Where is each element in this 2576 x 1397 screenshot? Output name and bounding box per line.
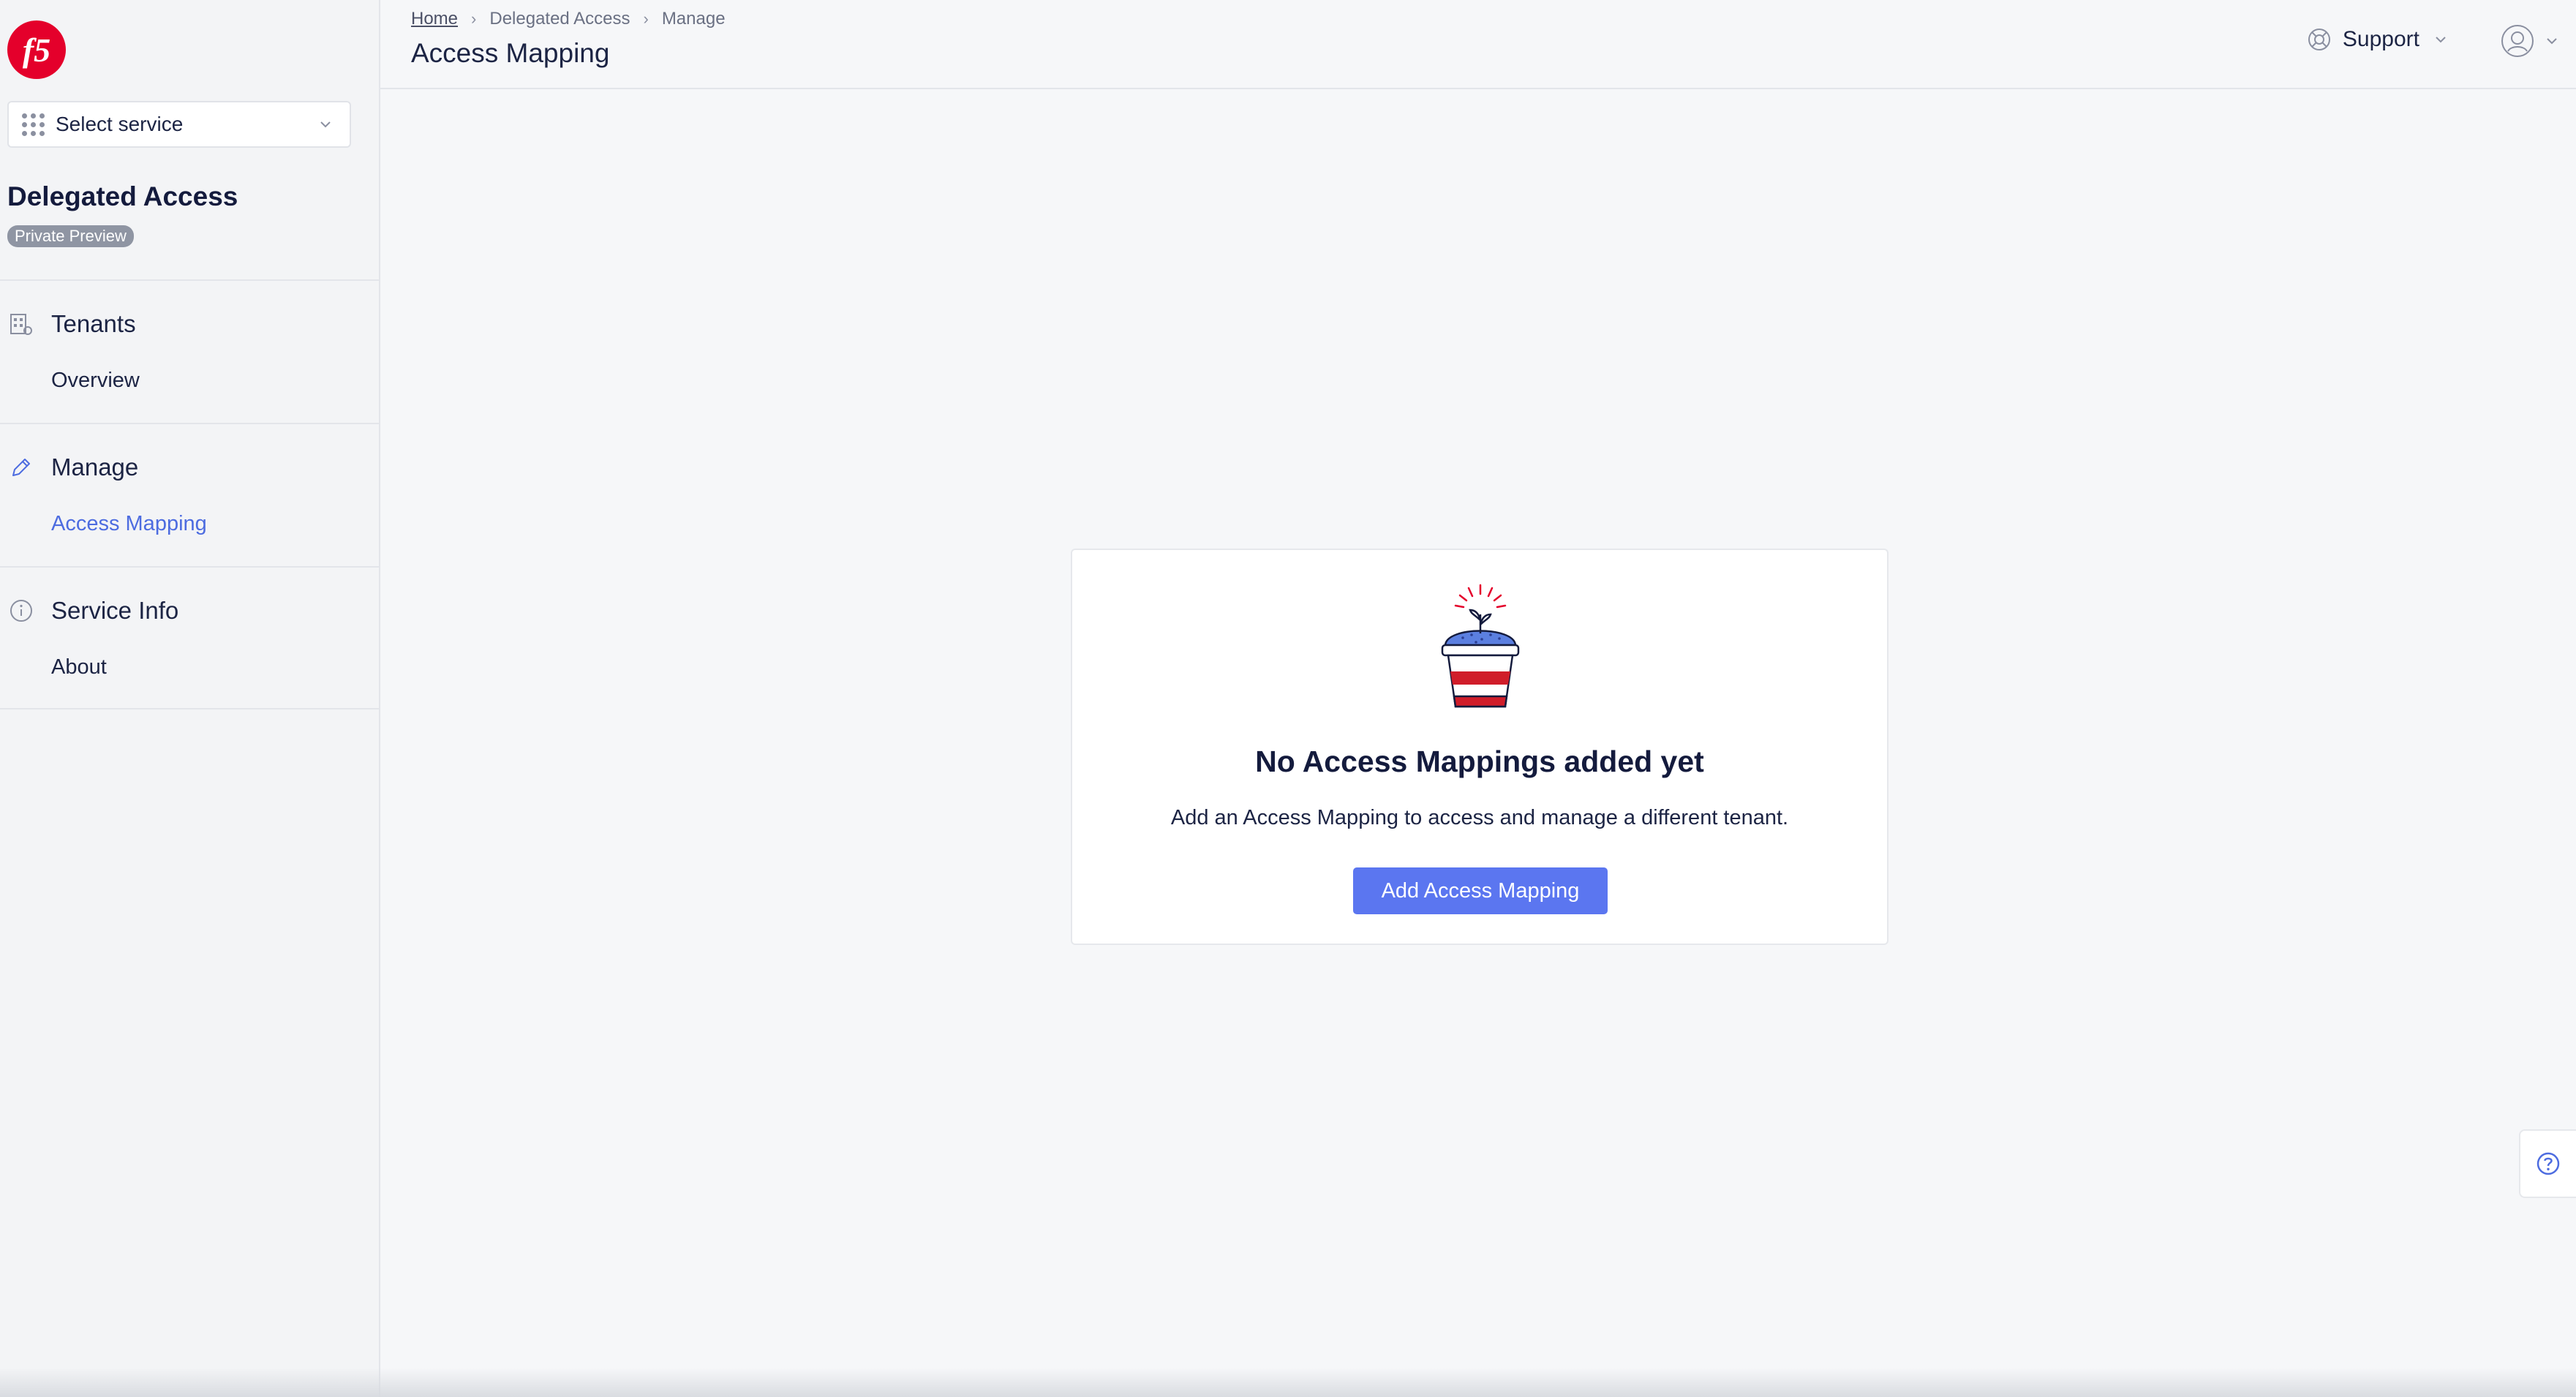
service-select-label: Select service bbox=[56, 113, 184, 135]
page-title: Access Mapping bbox=[411, 38, 610, 68]
help-tab[interactable] bbox=[2519, 1129, 2576, 1198]
f5-logo[interactable]: f5 bbox=[6, 19, 67, 80]
breadcrumb: Home › Delegated Access › Manage bbox=[411, 9, 726, 29]
nav-section-tenants: Tenants Overview bbox=[0, 279, 380, 423]
nav-section-manage: Manage Access Mapping bbox=[0, 423, 380, 566]
building-icon bbox=[10, 314, 32, 335]
empty-state-card: No Access Mappings added yet Add an Acce… bbox=[1071, 549, 1888, 945]
grid-icon bbox=[22, 113, 45, 136]
nav-head-label: Manage bbox=[51, 453, 139, 481]
nav-head-label: Tenants bbox=[51, 310, 136, 337]
app-title: Delegated Access bbox=[7, 181, 238, 211]
user-menu-button[interactable] bbox=[2500, 23, 2561, 59]
lifebuoy-icon bbox=[2308, 29, 2330, 50]
nav-head-label: Service Info bbox=[51, 597, 179, 624]
support-label: Support bbox=[2342, 27, 2419, 51]
pencil-icon bbox=[12, 459, 30, 476]
nav-item-overview[interactable]: Overview bbox=[51, 369, 140, 393]
breadcrumb-home[interactable]: Home bbox=[411, 9, 458, 29]
chevron-down-icon bbox=[2436, 37, 2446, 43]
plant-pot-illustration bbox=[1441, 584, 1520, 708]
info-icon bbox=[10, 600, 32, 622]
support-menu-button[interactable]: Support bbox=[2306, 26, 2450, 53]
top-header: Home › Delegated Access › Manage Access … bbox=[380, 0, 2576, 89]
user-avatar-icon bbox=[2501, 25, 2534, 57]
help-icon bbox=[2537, 1152, 2560, 1175]
chevron-right-icon: › bbox=[643, 10, 649, 28]
service-select[interactable]: Select service bbox=[7, 101, 351, 148]
breadcrumb-manage: Manage bbox=[661, 9, 726, 29]
sidebar: f5 Select service Delegated Access Priva… bbox=[0, 0, 380, 1397]
empty-state-description: Add an Access Mapping to access and mana… bbox=[1170, 806, 1789, 829]
nav-head-manage[interactable]: Manage bbox=[9, 453, 138, 481]
bottom-shadow bbox=[0, 1368, 2576, 1397]
chevron-down-icon bbox=[2547, 38, 2557, 45]
empty-state-title: No Access Mappings added yet bbox=[1255, 745, 1704, 778]
nav-section-service-info: Service Info About bbox=[0, 566, 380, 709]
svg-text:f5: f5 bbox=[23, 31, 50, 69]
add-access-mapping-button[interactable]: Add Access Mapping bbox=[1353, 867, 1608, 914]
breadcrumb-delegated-access: Delegated Access bbox=[489, 9, 630, 29]
nav-item-about[interactable]: About bbox=[51, 655, 107, 679]
chevron-right-icon: › bbox=[471, 10, 477, 28]
nav-head-service-info[interactable]: Service Info bbox=[9, 597, 178, 625]
chevron-down-icon bbox=[320, 121, 331, 128]
nav-head-tenants[interactable]: Tenants bbox=[9, 310, 136, 338]
nav-item-access-mapping[interactable]: Access Mapping bbox=[51, 512, 207, 536]
preview-badge: Private Preview bbox=[7, 225, 134, 247]
